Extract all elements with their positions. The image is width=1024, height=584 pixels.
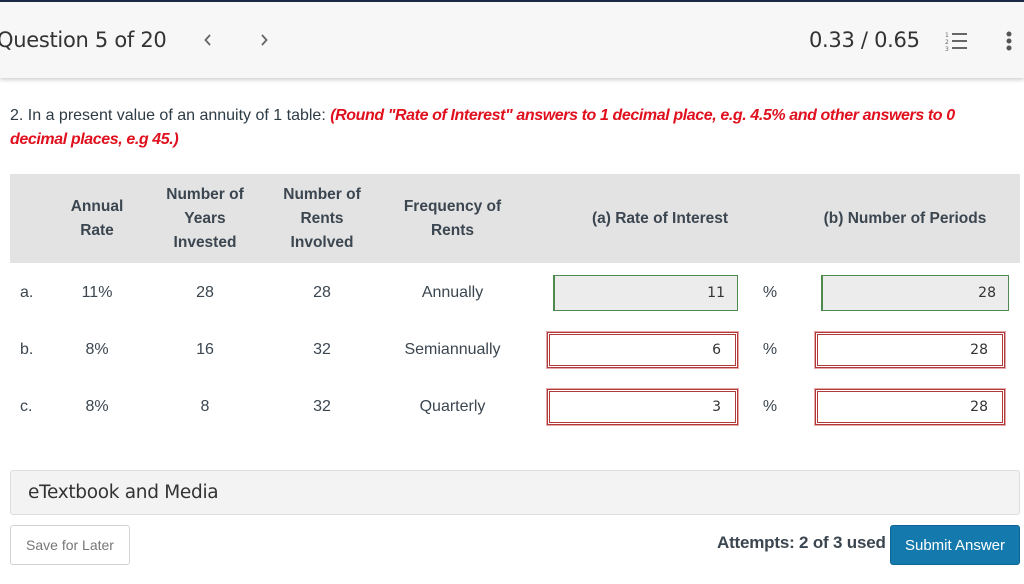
rents-involved: 28: [313, 284, 331, 301]
submit-answer-button[interactable]: Submit Answer: [890, 525, 1020, 565]
rate-of-interest-input[interactable]: 6: [546, 331, 739, 369]
svg-text:3: 3: [945, 46, 949, 52]
table-row: c. 8% 8 32 Quarterly 3 % 28: [10, 387, 1020, 427]
numbered-list-icon: 1 2 3: [945, 32, 967, 53]
header-rents-involved: Number of Rents Involved: [283, 185, 361, 251]
more-vertical-icon: [1006, 31, 1012, 51]
row-label: a.: [20, 284, 34, 301]
row-label: c.: [20, 398, 33, 415]
svg-text:2: 2: [945, 39, 949, 46]
next-question-button[interactable]: [252, 26, 276, 54]
header-rate-of-interest: (a) Rate of Interest: [591, 209, 729, 227]
more-options-button[interactable]: [1000, 28, 1018, 56]
row-label: b.: [20, 341, 34, 358]
percent-unit: %: [762, 284, 778, 301]
question-header: Question 5 of 20 0.33 / 0.65 1 2 3: [0, 2, 1024, 78]
annual-rate: 8%: [85, 398, 109, 415]
svg-text:1: 1: [945, 32, 949, 39]
rate-of-interest-input[interactable]: 11: [553, 275, 738, 311]
header-frequency: Frequency of Rents: [403, 197, 502, 239]
header-years-invested: Number of Years Invested: [166, 185, 244, 251]
save-for-later-button[interactable]: Save for Later: [10, 525, 130, 565]
frequency: Semiannually: [404, 341, 501, 358]
question-prompt: 2. In a present value of an annuity of 1…: [10, 107, 331, 124]
annual-rate: 8%: [85, 341, 109, 358]
number-of-periods-input[interactable]: 28: [814, 331, 1006, 369]
chevron-right-icon: [261, 34, 268, 46]
score: 0.33 / 0.65: [809, 28, 920, 52]
question-text: 2. In a present value of an annuity of 1…: [10, 104, 1015, 152]
years-invested: 8: [200, 398, 210, 415]
table-row: b. 8% 16 32 Semiannually 6 % 28: [10, 330, 1020, 370]
previous-question-button[interactable]: [196, 26, 220, 54]
rents-involved: 32: [313, 341, 331, 358]
etextbook-media-panel[interactable]: eTextbook and Media: [10, 470, 1020, 515]
header-annual-rate: Annual Rate: [70, 197, 124, 239]
question-list-button[interactable]: 1 2 3: [944, 30, 970, 53]
attempts-counter: Attempts: 2 of 3 used: [717, 533, 886, 552]
rents-involved: 32: [313, 398, 331, 415]
question-counter: Question 5 of 20: [0, 28, 167, 52]
percent-unit: %: [762, 341, 778, 358]
rate-of-interest-input[interactable]: 3: [546, 388, 739, 426]
frequency: Quarterly: [419, 398, 486, 415]
header-number-of-periods: (b) Number of Periods: [823, 209, 987, 227]
chevron-left-icon: [204, 34, 211, 46]
percent-unit: %: [762, 398, 778, 415]
table-row: a. 11% 28 28 Annually 11 % 28: [10, 273, 1020, 313]
number-of-periods-input[interactable]: 28: [821, 275, 1009, 311]
number-of-periods-input[interactable]: 28: [814, 388, 1006, 426]
frequency: Annually: [421, 284, 484, 301]
annual-rate: 11%: [81, 284, 113, 301]
years-invested: 16: [196, 341, 214, 358]
years-invested: 28: [196, 284, 214, 301]
table-header: Annual Rate Number of Years Invested Num…: [10, 174, 1020, 263]
